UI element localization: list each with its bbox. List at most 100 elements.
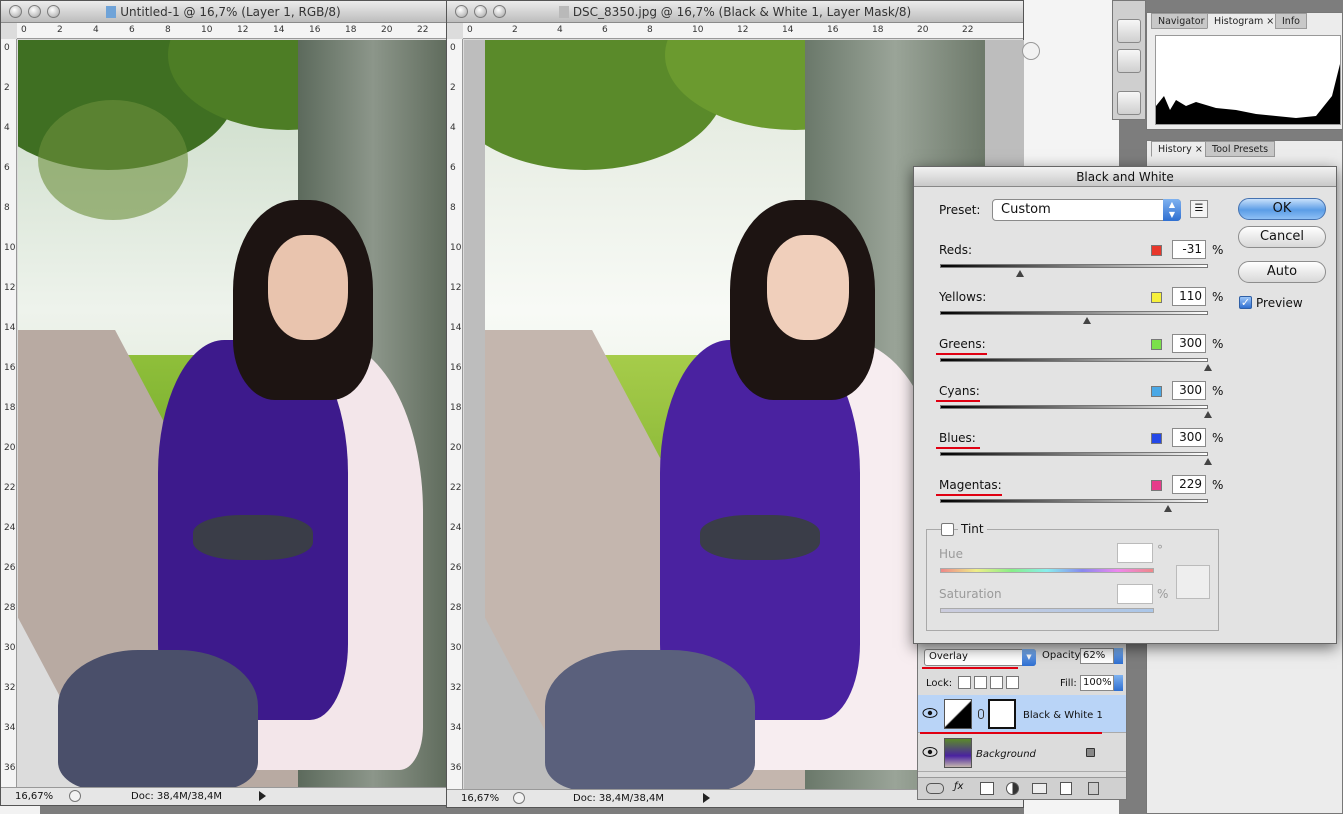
hue-unit: ° [1157,543,1163,557]
adjustment-icon[interactable] [1006,782,1019,795]
channel-slider-yellows[interactable] [940,311,1208,315]
ruler-tick-label: 10 [692,25,704,35]
close-icon[interactable]: × [1195,144,1203,155]
notes-icon[interactable] [1117,91,1141,115]
slider-thumb[interactable] [1163,505,1172,512]
ruler-tick-label: 12 [237,25,249,35]
ruler-vertical[interactable]: 0 2 4 6 8 10 12 14 16 18 20 22 24 26 28 30 32 34 36 [447,39,463,789]
window-titlebar[interactable]: Untitled-1 @ 16,7% (Layer 1, RGB/8) [1,1,446,23]
hue-slider[interactable] [940,568,1154,573]
preview-checkbox[interactable]: ✓ [1239,296,1252,309]
dialog-title[interactable]: Black and White [914,167,1336,187]
tint-color-swatch[interactable] [1176,565,1210,599]
document-window-untitled[interactable]: Untitled-1 @ 16,7% (Layer 1, RGB/8) 0246… [0,0,447,806]
channel-color-swatch [1151,245,1162,256]
lock-all-icon[interactable] [1006,676,1019,689]
zoom-value[interactable]: 16,67% [461,793,499,804]
opacity-label: Opacity: [1042,650,1084,661]
channel-value-input-greens[interactable]: 300 [1172,334,1206,353]
status-menu-icon[interactable] [69,790,81,802]
channel-label-blues: Blues: [939,431,976,445]
eye-icon[interactable] [922,746,938,758]
blend-mode-select[interactable]: Overlay ▼ [924,649,1036,666]
ruler-horizontal[interactable]: 0 2 4 6 8 10 12 14 16 18 20 22 [17,23,446,39]
ruler-tick-label: 6 [4,163,10,173]
channel-value-input-blues[interactable]: 300 [1172,428,1206,447]
channel-slider-reds[interactable] [940,264,1208,268]
channel-slider-greens[interactable] [940,358,1208,362]
channel-slider-magentas[interactable] [940,499,1208,503]
percent-sign: % [1212,478,1224,492]
link-layers-icon[interactable] [926,783,944,794]
slider-thumb[interactable] [1016,270,1025,277]
photo-canvas[interactable] [485,40,985,791]
saturation-input[interactable] [1117,584,1153,604]
opacity-input[interactable]: 62% [1080,648,1114,664]
layer-row-background[interactable]: Background [918,734,1126,772]
zoom-value[interactable]: 16,67% [15,791,53,802]
slider-thumb[interactable] [1083,317,1092,324]
window-titlebar[interactable]: DSC_8350.jpg @ 16,7% (Black & White 1, L… [447,1,1023,23]
status-arrow-icon[interactable] [259,791,266,801]
lock-position-icon[interactable] [990,676,1003,689]
auto-button[interactable]: Auto [1238,261,1326,283]
hue-input[interactable] [1117,543,1153,563]
tab-tool-presets[interactable]: Tool Presets [1205,141,1276,157]
channel-slider-blues[interactable] [940,452,1208,456]
slider-thumb[interactable] [1204,411,1212,418]
ok-button[interactable]: OK [1238,198,1326,220]
layer-name[interactable]: Background [976,749,1036,760]
group-folder-icon[interactable] [1032,783,1047,794]
ruler-vertical[interactable]: 0 2 4 6 8 10 12 14 16 18 20 22 24 26 28 30 32 34 36 [1,39,17,787]
fill-input[interactable]: 100% [1080,675,1114,691]
eye-icon[interactable] [922,707,938,719]
layer-mask-thumbnail[interactable] [988,699,1016,729]
fill-arrow-icon[interactable] [1114,675,1123,691]
tab-navigator[interactable]: Navigator [1151,13,1212,29]
channel-value-input-reds[interactable]: -31 [1172,240,1206,259]
preset-select[interactable]: Custom ▲ ▼ [992,199,1181,221]
ruler-tick-label: 6 [129,25,135,35]
tab-history[interactable]: History × [1151,141,1210,157]
clone-source-icon[interactable] [1117,49,1141,73]
channel-value-input-cyans[interactable]: 300 [1172,381,1206,400]
scroll-arrow-button[interactable] [1022,42,1040,60]
channel-value-input-yellows[interactable]: 110 [1172,287,1206,306]
preview-label: Preview [1256,296,1303,310]
mask-icon[interactable] [980,782,994,795]
tint-checkbox[interactable] [941,523,954,536]
cancel-button[interactable]: Cancel [1238,226,1326,248]
new-layer-icon[interactable] [1060,782,1072,795]
adjustment-thumbnail[interactable] [944,699,972,729]
opacity-arrow-icon[interactable] [1114,648,1123,664]
ruler-tick-label: 22 [4,483,16,493]
saturation-slider[interactable] [940,608,1154,613]
preset-options-icon[interactable]: ☰ [1190,200,1208,218]
lock-pixels-icon[interactable] [974,676,987,689]
histogram-graph [1155,35,1341,125]
chain-link-icon[interactable] [978,709,984,719]
ruler-tick-label: 10 [4,243,16,253]
black-and-white-dialog[interactable]: Black and White Preset: Custom ▲ ▼ ☰ OK C… [913,166,1337,644]
ruler-horizontal[interactable]: 0 2 4 6 8 10 12 14 16 18 20 22 [463,23,1023,39]
slider-thumb[interactable] [1204,458,1212,465]
lock-transparency-icon[interactable] [958,676,971,689]
photo-canvas[interactable] [18,40,446,789]
layer-row-black-white[interactable]: Black & White 1 [918,695,1126,733]
status-menu-icon[interactable] [513,792,525,804]
layer-name[interactable]: Black & White 1 [1023,710,1103,721]
fx-icon[interactable]: ƒx [954,781,972,796]
chevron-updown-icon: ▲ ▼ [1163,199,1181,221]
close-icon[interactable]: × [1266,16,1274,27]
trash-icon[interactable] [1088,782,1099,795]
legs-area [545,650,755,791]
background-thumbnail[interactable] [944,738,972,768]
brush-tool-icon[interactable] [1117,19,1141,43]
channel-value-input-magentas[interactable]: 229 [1172,475,1206,494]
tab-info[interactable]: Info [1275,13,1307,29]
panel-dock-icons [1112,0,1146,120]
tab-histogram[interactable]: Histogram × [1207,13,1282,29]
status-arrow-icon[interactable] [703,793,710,803]
slider-thumb[interactable] [1204,364,1212,371]
channel-slider-cyans[interactable] [940,405,1208,409]
